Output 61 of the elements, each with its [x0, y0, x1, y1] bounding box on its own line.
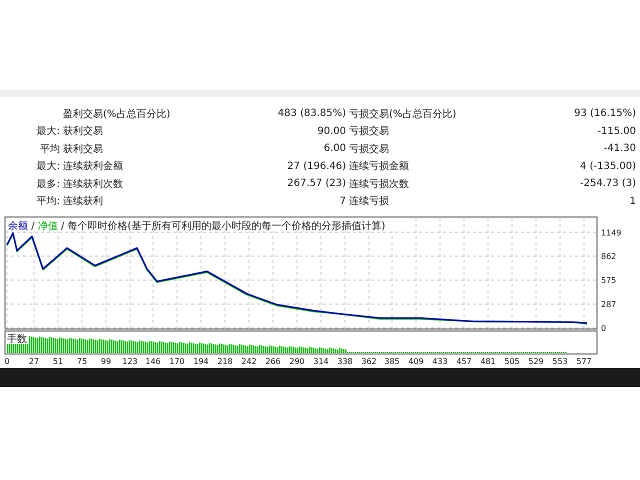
stat-label: 连续获利: [63, 196, 103, 208]
x-axis-label: 146: [145, 357, 161, 366]
stat-value: 483 (83.85%): [278, 108, 346, 120]
x-axis-label: 529: [528, 357, 544, 366]
x-axis-label: 338: [337, 357, 353, 366]
x-axis-label: 194: [193, 357, 209, 366]
stat-value: -41.30: [604, 143, 636, 154]
stat-value: 27 (196.46): [287, 160, 346, 172]
y-axis-label: 862: [601, 252, 616, 262]
stat-label: 连续亏损次数: [349, 178, 409, 190]
x-axis-label: 577: [576, 357, 592, 366]
x-axis-label: 170: [169, 357, 185, 366]
stat-label: 获利交易: [63, 126, 103, 138]
stat-value: 6.00: [324, 143, 346, 154]
x-axis-label: 433: [432, 357, 448, 366]
y-axis-label: 1149: [601, 228, 622, 238]
stat-label: 亏损交易: [349, 144, 389, 155]
x-axis-label: 0: [4, 357, 10, 366]
volume-label: 手数: [7, 334, 27, 345]
stat-value: 4 (-135.00): [580, 160, 636, 172]
x-axis-label: 481: [480, 357, 496, 366]
stat-value: 93 (16.15%): [574, 108, 636, 120]
x-axis-label: 314: [313, 357, 329, 366]
stat-value: 90.00: [317, 126, 346, 137]
y-axis-label: 287: [601, 300, 616, 310]
x-axis-label: 242: [241, 357, 257, 366]
y-axis-label: 575: [601, 276, 616, 286]
stat-prefix: 最大:: [36, 126, 60, 138]
x-axis-label: 553: [552, 357, 568, 366]
x-axis-label: 505: [504, 357, 520, 366]
stat-value: -115.00: [597, 126, 636, 137]
x-axis-label: 75: [76, 357, 88, 366]
y-axis-label: 0: [601, 324, 606, 333]
x-axis-label: 266: [265, 357, 281, 366]
stat-label: 连续获利金额: [63, 161, 123, 172]
stat-value: 267.57 (23): [287, 178, 346, 190]
stat-label: 亏损交易: [349, 126, 389, 138]
x-axis-label: 99: [100, 357, 112, 366]
x-axis-label: 218: [217, 357, 233, 366]
stat-label: 盈利交易(%占总百分比): [63, 108, 170, 120]
stat-value: 1: [630, 196, 636, 207]
x-axis-label: 385: [384, 357, 400, 366]
stat-prefix: 平均: [40, 144, 60, 155]
stat-label: 连续获利次数: [63, 178, 123, 190]
stat-label: 连续亏损金额: [349, 161, 409, 172]
stat-prefix: 最大:: [36, 161, 60, 172]
stat-label: 亏损交易(%占总百分比): [349, 108, 456, 120]
x-axis-label: 290: [289, 357, 305, 366]
x-axis-label: 27: [28, 357, 40, 366]
stat-label: 连续亏损: [349, 196, 389, 208]
x-axis-label: 409: [408, 357, 424, 366]
chart-legend: 余额 / 净值 / 每个即时价格(基于所有可利用的最小时段的每一个价格的分形插值计算): [8, 221, 386, 232]
x-axis-label: 457: [456, 357, 472, 366]
x-axis-label: 51: [52, 357, 64, 366]
x-axis-label: 123: [122, 357, 138, 366]
stat-prefix: 最多:: [36, 178, 60, 190]
stat-value: 7: [340, 196, 346, 207]
stat-prefix: 平均:: [36, 196, 60, 208]
stat-label: 获利交易: [63, 144, 103, 155]
x-axis-label: 362: [361, 357, 377, 366]
stat-value: -254.73 (3): [580, 178, 636, 190]
